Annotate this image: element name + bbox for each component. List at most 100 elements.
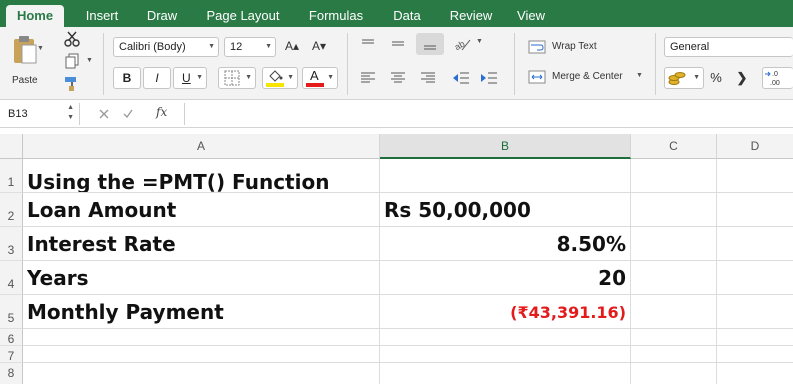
tab-page-layout[interactable]: Page Layout [196,5,290,27]
paste-dropdown-icon[interactable]: ▼ [37,45,44,52]
column-header-a[interactable]: A [23,134,380,159]
name-box-stepper-icon[interactable]: ▲ ▼ [67,103,74,123]
cell-d7[interactable] [717,346,793,363]
row-header[interactable]: 6 [0,329,23,346]
grow-font-button[interactable]: A▴ [281,37,303,55]
comma-style-button[interactable]: ❯ [732,69,752,87]
cell-c7[interactable] [631,346,717,363]
formula-input[interactable] [184,103,793,125]
cell-a2[interactable]: Loan Amount [23,193,380,227]
align-center-icon[interactable] [390,71,406,85]
cell-a5[interactable]: Monthly Payment [23,295,380,329]
merge-center-button[interactable]: Merge & Center ▼ [528,68,648,86]
font-color-letter: A [310,68,319,83]
copy-icon[interactable] [64,53,80,69]
font-name-value: Calibri (Body) [119,41,186,53]
percent-style-button[interactable]: % [706,69,726,87]
row-header[interactable]: 4 [0,261,23,295]
cell-d1[interactable] [717,159,793,193]
cell-c6[interactable] [631,329,717,346]
align-bottom-button[interactable] [416,33,444,55]
accounting-format-button[interactable]: ▼ [664,67,704,89]
cell-a3[interactable]: Interest Rate [23,227,380,261]
cell-d4[interactable] [717,261,793,295]
cell-a4[interactable]: Years [23,261,380,295]
align-top-icon[interactable] [360,37,376,51]
bold-button[interactable]: B [113,67,141,89]
row-header[interactable]: 7 [0,346,23,363]
svg-text:.0: .0 [772,71,778,78]
row-header[interactable]: 1 [0,159,23,193]
merge-center-label: Merge & Center [552,71,623,82]
cell-c2[interactable] [631,193,717,227]
font-size-select[interactable]: 12 ▼ [224,37,276,57]
cell-b8[interactable] [380,363,631,384]
cell-a7[interactable] [23,346,380,363]
cell-b4[interactable]: 20 [380,261,631,295]
row-header[interactable]: 2 [0,193,23,227]
row-header[interactable]: 3 [0,227,23,261]
tab-review[interactable]: Review [441,5,501,27]
align-left-icon[interactable] [360,71,376,85]
tab-insert[interactable]: Insert [76,5,128,27]
column-header-c[interactable]: C [631,134,717,159]
enter-checkmark-icon[interactable] [122,108,134,120]
cell-d2[interactable] [717,193,793,227]
insert-function-button[interactable]: fx [156,105,167,119]
fill-color-button[interactable]: ▼ [262,67,298,89]
number-format-value: General [670,41,710,53]
paste-button[interactable]: ▼ Paste [8,33,44,95]
cell-a8[interactable] [23,363,380,384]
font-color-button[interactable]: A ▼ [302,67,338,89]
font-name-select[interactable]: Calibri (Body) ▼ [113,37,219,57]
cell-a1[interactable]: Using the =PMT() Function [23,159,380,193]
cell-b3[interactable]: 8.50% [380,227,631,261]
column-header-d[interactable]: D [717,134,793,159]
decrease-indent-icon[interactable] [452,71,470,85]
tab-draw[interactable]: Draw [137,5,187,27]
cell-a6[interactable] [23,329,380,346]
tab-view[interactable]: View [508,5,554,27]
wrap-text-button[interactable]: Wrap Text [528,38,628,56]
name-box[interactable]: B13 ▲ ▼ [0,103,80,125]
row-header[interactable]: 5 [0,295,23,329]
cell-c5[interactable] [631,295,717,329]
cell-b6[interactable] [380,329,631,346]
increase-indent-icon[interactable] [480,71,498,85]
cut-icon[interactable] [64,31,80,47]
ribbon-separator [655,33,656,95]
italic-button[interactable]: I [143,67,171,89]
format-painter-icon[interactable] [64,76,80,92]
cancel-icon[interactable] [98,108,110,120]
column-header-b[interactable]: B [380,134,631,159]
row-header[interactable]: 8 [0,363,23,384]
underline-button[interactable]: U ▼ [173,67,207,89]
chevron-down-icon: ▼ [287,74,294,81]
align-middle-icon[interactable] [390,37,406,51]
select-all-corner[interactable] [0,134,23,159]
tab-data[interactable]: Data [382,5,432,27]
align-right-icon[interactable] [420,71,436,85]
orientation-button[interactable]: ab ▼ [452,33,486,55]
increase-decimal-icon: .0 .00 [765,71,780,87]
cell-c8[interactable] [631,363,717,384]
cell-c1[interactable] [631,159,717,193]
cell-d5[interactable] [717,295,793,329]
copy-dropdown-icon[interactable]: ▼ [86,57,93,64]
tab-home[interactable]: Home [6,5,64,27]
tab-formulas[interactable]: Formulas [299,5,373,27]
cell-d3[interactable] [717,227,793,261]
cell-b5[interactable]: (₹43,391.16) [380,295,631,329]
cell-b2[interactable]: Rs 50,00,000 [380,193,631,227]
cell-b1[interactable] [380,159,631,193]
wrap-text-label: Wrap Text [552,41,597,52]
cell-c3[interactable] [631,227,717,261]
shrink-font-button[interactable]: A▾ [305,37,333,55]
increase-decimal-button[interactable]: .0 .00 [762,67,793,89]
cell-d8[interactable] [717,363,793,384]
borders-button[interactable]: ▼ [218,67,256,89]
number-format-select[interactable]: General [664,37,793,57]
cell-d6[interactable] [717,329,793,346]
cell-c4[interactable] [631,261,717,295]
cell-b7[interactable] [380,346,631,363]
